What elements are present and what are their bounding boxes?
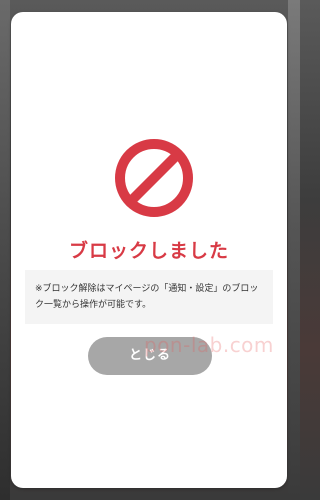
- unblock-note: ※ブロック解除はマイページの「通知・設定」のブロック一覧から操作が可能です。: [25, 270, 273, 324]
- close-button[interactable]: とじる: [88, 337, 212, 375]
- backdrop-right: [288, 0, 300, 500]
- prohibited-icon: [115, 139, 193, 217]
- backdrop-left: [0, 0, 10, 500]
- dialog-title: ブロックしました: [68, 240, 229, 262]
- block-confirmation-dialog: ブロックしました ※ブロック解除はマイページの「通知・設定」のブロック一覧から操…: [11, 12, 287, 488]
